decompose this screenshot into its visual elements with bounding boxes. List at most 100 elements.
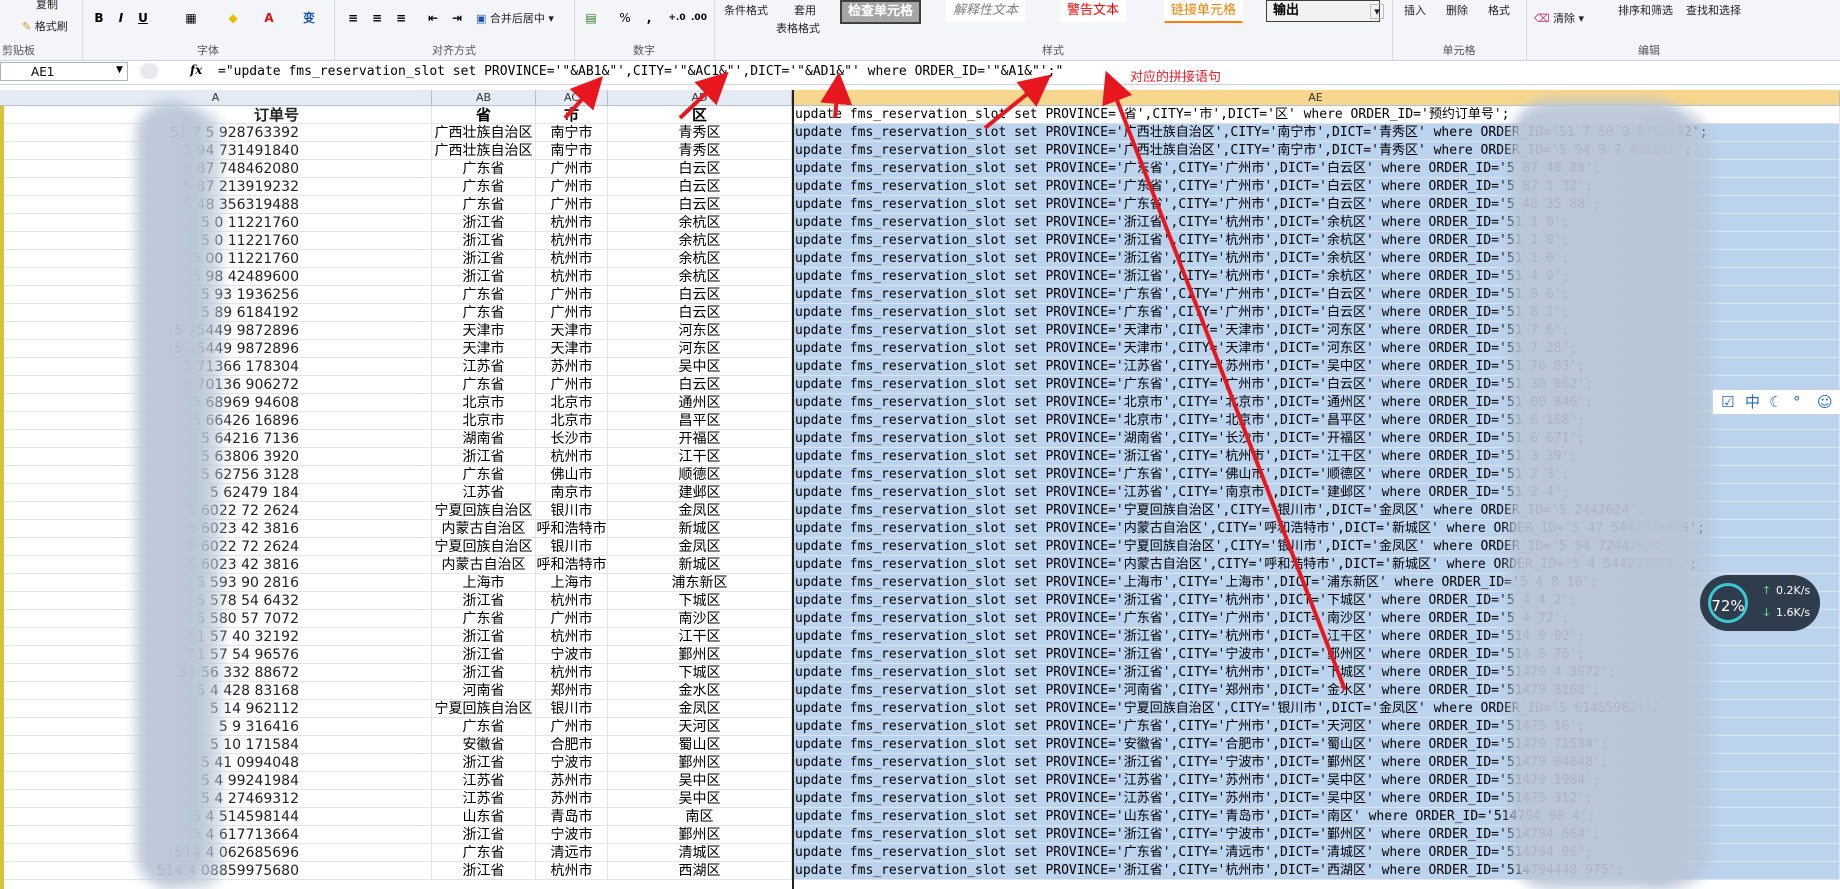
cell-district[interactable]: 余杭区 [608, 250, 792, 268]
cell-city[interactable]: 苏州市 [536, 772, 608, 790]
find-select-button[interactable]: 查找和选择 [1686, 2, 1741, 18]
cell-city[interactable]: 呼和浩特市 [536, 556, 608, 574]
cell-city[interactable]: 广州市 [536, 610, 608, 628]
cell-district[interactable]: 南沙区 [608, 610, 792, 628]
cell-province[interactable]: 广东省 [432, 718, 536, 736]
cell-city[interactable]: 杭州市 [536, 448, 608, 466]
cell-district[interactable]: 白云区 [608, 376, 792, 394]
cell-city[interactable]: 广州市 [536, 178, 608, 196]
cell-province[interactable]: 浙江省 [432, 646, 536, 664]
cell-city[interactable]: 宁波市 [536, 754, 608, 772]
cell-district[interactable]: 江干区 [608, 448, 792, 466]
delete-button[interactable]: 删除 [1446, 2, 1468, 18]
format-button[interactable]: 格式 [1488, 2, 1510, 18]
ime-toolbar[interactable]: ☑ 中 ☾ ° ☺ [1712, 389, 1840, 415]
cell-district[interactable]: 下城区 [608, 592, 792, 610]
cell-district[interactable]: 昌平区 [608, 412, 792, 430]
indent-decrease-icon[interactable]: ⇤ [424, 9, 442, 27]
cell-city[interactable]: 南宁市 [536, 124, 608, 142]
explanatory-text-style[interactable]: 解释性文本 [946, 0, 1026, 22]
cell-district[interactable]: 余杭区 [608, 268, 792, 286]
cell-province[interactable]: 广东省 [432, 376, 536, 394]
cell-province[interactable]: 宁夏回族自治区 [432, 700, 536, 718]
decrease-decimal-icon[interactable]: .00 [690, 9, 708, 27]
cell-city[interactable]: 宁波市 [536, 826, 608, 844]
cell-city[interactable]: 广州市 [536, 160, 608, 178]
cell-province[interactable]: 江苏省 [432, 790, 536, 808]
cell-district[interactable]: 江干区 [608, 628, 792, 646]
cell-district[interactable]: 鄞州区 [608, 754, 792, 772]
merge-center-button[interactable]: ▣ 合并后居中 ▾ [476, 10, 554, 26]
cell-city[interactable]: 银川市 [536, 700, 608, 718]
cell-district[interactable]: 青秀区 [608, 124, 792, 142]
cell-district[interactable]: 余杭区 [608, 214, 792, 232]
increase-decimal-icon[interactable]: +.0 [668, 9, 686, 27]
cell-district[interactable]: 建邺区 [608, 484, 792, 502]
column-header-ad[interactable]: AD [608, 90, 792, 106]
cell-province[interactable]: 天津市 [432, 322, 536, 340]
cell-district[interactable]: 南区 [608, 808, 792, 826]
cell-district[interactable]: 金凤区 [608, 700, 792, 718]
cell-ad-header[interactable]: 区 [608, 106, 792, 124]
cell-district[interactable]: 白云区 [608, 160, 792, 178]
cell-province[interactable]: 内蒙古自治区 [432, 520, 536, 538]
ime-punct-icon[interactable]: ° [1793, 390, 1801, 414]
styles-scroll-icon[interactable]: ▾ [1370, 4, 1384, 19]
indent-increase-icon[interactable]: ⇥ [448, 9, 466, 27]
align-center-icon[interactable]: ≡ [368, 9, 386, 27]
cell-district[interactable]: 白云区 [608, 196, 792, 214]
cell-province[interactable]: 北京市 [432, 394, 536, 412]
cell-province[interactable]: 河南省 [432, 682, 536, 700]
change-case-button[interactable]: 变 [300, 9, 318, 27]
format-painter-button[interactable]: ✎ 格式刷 [22, 18, 68, 34]
cell-city[interactable]: 天津市 [536, 322, 608, 340]
cell-city[interactable]: 广州市 [536, 304, 608, 322]
cell-province[interactable]: 江苏省 [432, 484, 536, 502]
cell-city[interactable]: 杭州市 [536, 664, 608, 682]
cell-district[interactable]: 通州区 [608, 394, 792, 412]
italic-button[interactable]: I [112, 9, 130, 27]
cell-province[interactable]: 浙江省 [432, 862, 536, 880]
cell-city[interactable]: 佛山市 [536, 466, 608, 484]
cell-city[interactable]: 上海市 [536, 574, 608, 592]
cell-city[interactable]: 宁波市 [536, 646, 608, 664]
cell-district[interactable]: 天河区 [608, 718, 792, 736]
cell-district[interactable]: 河东区 [608, 340, 792, 358]
cell-province[interactable]: 浙江省 [432, 232, 536, 250]
cell-province[interactable]: 宁夏回族自治区 [432, 538, 536, 556]
cell-province[interactable]: 广东省 [432, 286, 536, 304]
cell-district[interactable]: 金凤区 [608, 502, 792, 520]
cell-district[interactable]: 余杭区 [608, 232, 792, 250]
cell-city[interactable]: 苏州市 [536, 790, 608, 808]
cell-district[interactable]: 鄞州区 [608, 826, 792, 844]
cell-ac-header[interactable]: 市 [536, 106, 608, 124]
ime-user-icon[interactable]: ☺ [1817, 390, 1833, 414]
cell-district[interactable]: 吴中区 [608, 358, 792, 376]
cell-city[interactable]: 广州市 [536, 286, 608, 304]
cell-province[interactable]: 广东省 [432, 160, 536, 178]
cell-province[interactable]: 广东省 [432, 466, 536, 484]
name-box-dropdown-icon[interactable]: ▼ [116, 65, 123, 75]
cell-city[interactable]: 南宁市 [536, 142, 608, 160]
sort-filter-button[interactable]: 排序和筛选 [1618, 2, 1673, 18]
cell-district[interactable]: 鄞州区 [608, 646, 792, 664]
cell-province[interactable]: 浙江省 [432, 628, 536, 646]
cell-city[interactable]: 南京市 [536, 484, 608, 502]
formula-input[interactable]: ="update fms_reservation_slot set PROVIN… [218, 64, 1063, 79]
cell-province[interactable]: 天津市 [432, 340, 536, 358]
currency-icon[interactable]: ▤ [582, 9, 600, 27]
cell-ab-header[interactable]: 省 [432, 106, 536, 124]
cell-district[interactable]: 顺德区 [608, 466, 792, 484]
cell-city[interactable]: 北京市 [536, 412, 608, 430]
align-left-icon[interactable]: ≡ [344, 9, 362, 27]
fill-color-icon[interactable]: ◆ [224, 9, 242, 27]
cell-province[interactable]: 广西壮族自治区 [432, 124, 536, 142]
cell-province[interactable]: 广东省 [432, 844, 536, 862]
copy-button[interactable]: 复制 [36, 0, 58, 12]
cell-city[interactable]: 广州市 [536, 196, 608, 214]
cell-district[interactable]: 河东区 [608, 322, 792, 340]
cell-city[interactable]: 银川市 [536, 502, 608, 520]
cell-city[interactable]: 长沙市 [536, 430, 608, 448]
cell-city[interactable]: 杭州市 [536, 628, 608, 646]
cell-province[interactable]: 浙江省 [432, 754, 536, 772]
